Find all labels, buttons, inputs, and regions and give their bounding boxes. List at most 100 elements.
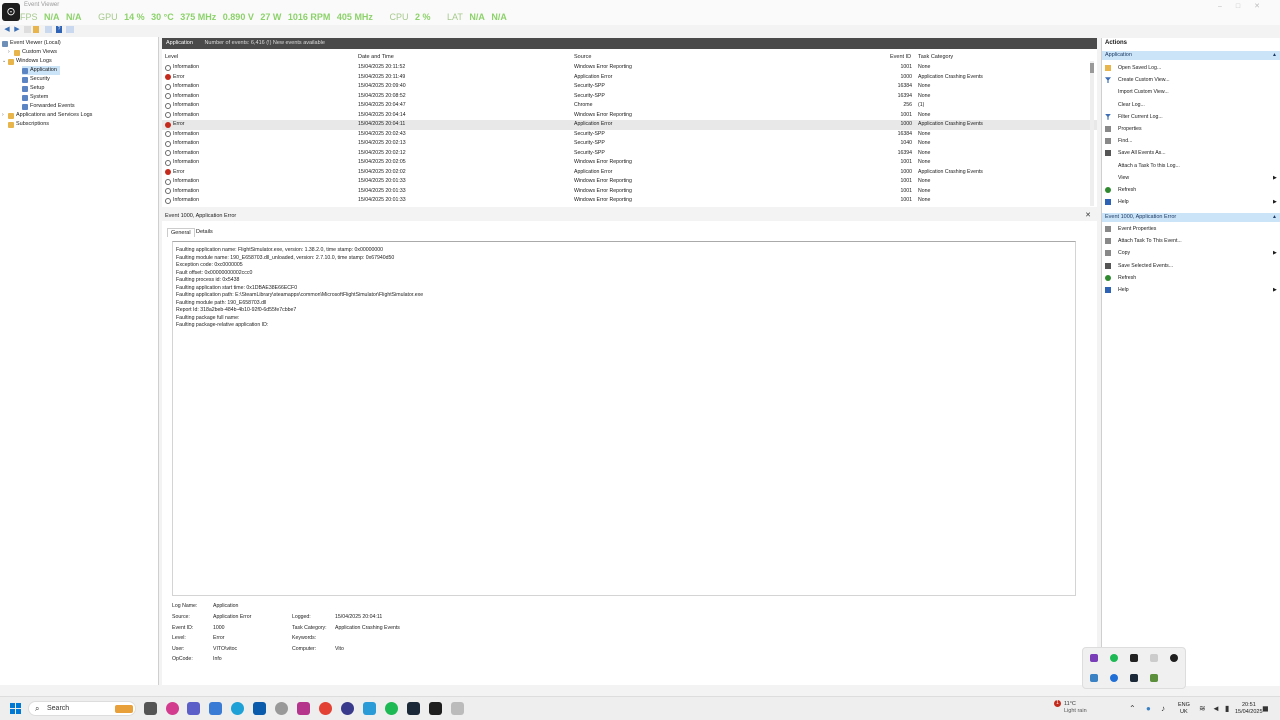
app-icon[interactable] — [341, 702, 354, 715]
table-row[interactable]: Information 15/04/2025 20:04:14 Windows Er… — [162, 111, 1097, 121]
col-date[interactable]: Date and Time — [358, 54, 394, 60]
language-code[interactable]: ENG — [1178, 702, 1190, 708]
wifi-icon[interactable]: ≋ — [1199, 704, 1206, 713]
store-icon[interactable] — [253, 702, 266, 715]
table-row[interactable]: Error 15/04/2025 20:04:11 Application Erro… — [162, 120, 1097, 130]
table-row[interactable]: Information 15/04/2025 20:01:33 Windows Er… — [162, 196, 1097, 206]
action-create-custom-view[interactable]: Create Custom View... — [1105, 75, 1170, 85]
forward-arrow-icon[interactable]: ▶ — [13, 26, 21, 33]
action-help[interactable]: Help ▶ — [1105, 285, 1277, 295]
action-attach-task-to-this-event[interactable]: Attach Task To This Event... — [1105, 236, 1182, 246]
action-refresh[interactable]: Refresh — [1105, 185, 1136, 195]
app-tray-icon[interactable]: ● — [1146, 704, 1151, 713]
action-open-saved-log[interactable]: Open Saved Log... — [1105, 63, 1161, 73]
actions-section-application[interactable]: Application ▲ — [1102, 51, 1280, 60]
spotify-icon[interactable] — [385, 702, 398, 715]
app-tray-icon[interactable] — [1150, 674, 1158, 682]
action-refresh[interactable]: Refresh — [1105, 273, 1136, 283]
clock-date[interactable]: 15/04/2025 — [1235, 709, 1263, 715]
actions-section-event[interactable]: Event 1000, Application Error ▲ — [1102, 213, 1280, 222]
steam-icon[interactable] — [407, 702, 420, 715]
app-tray-icon[interactable] — [1090, 674, 1098, 682]
action-filter-current-log[interactable]: Filter Current Log... — [1105, 112, 1163, 122]
spotify-tray-icon[interactable] — [1110, 654, 1118, 662]
action-clear-log[interactable]: Clear Log... — [1105, 100, 1145, 110]
table-row[interactable]: Information 15/04/2025 20:01:33 Windows Er… — [162, 177, 1097, 187]
battery-icon[interactable]: ▮ — [1225, 704, 1229, 713]
event-viewer-icon[interactable] — [451, 702, 464, 715]
steam-tray-icon[interactable] — [1130, 674, 1138, 682]
table-row[interactable]: Information 15/04/2025 20:02:13 Security-S… — [162, 139, 1097, 149]
table-row[interactable]: Information 15/04/2025 20:02:43 Security-S… — [162, 130, 1097, 140]
tab-general[interactable]: General — [167, 228, 195, 237]
app-tray-icon[interactable] — [1150, 654, 1158, 662]
action-copy[interactable]: Copy ▶ — [1105, 248, 1277, 258]
chrome-icon[interactable] — [319, 702, 332, 715]
tree-item-forwarded-events[interactable]: Forwarded Events — [22, 102, 75, 111]
help-icon[interactable]: ? — [56, 26, 62, 33]
tree-item-security[interactable]: Security — [22, 75, 50, 84]
tree-root[interactable]: Event Viewer (Local) — [2, 39, 61, 48]
nvidia-icon[interactable] — [429, 702, 442, 715]
action-view[interactable]: View ▶ — [1105, 173, 1277, 183]
table-row[interactable]: Information 15/04/2025 20:01:33 Windows Er… — [162, 187, 1097, 197]
action-save-selected-events[interactable]: Save Selected Events... — [1105, 261, 1173, 271]
table-row[interactable]: Error 15/04/2025 20:11:49 Application Erro… — [162, 73, 1097, 83]
taskbar-search[interactable]: ⌕ Search — [28, 701, 136, 716]
maximize-icon[interactable]: □ — [1236, 3, 1254, 10]
weather-temp[interactable]: 11°C — [1064, 701, 1076, 707]
teams-icon[interactable] — [187, 702, 200, 715]
col-source[interactable]: Source — [574, 54, 591, 60]
table-row[interactable]: Information 15/04/2025 20:02:12 Security-S… — [162, 149, 1097, 159]
col-event-id[interactable]: Event ID — [890, 54, 911, 60]
notification-icon[interactable]: ◼ — [1262, 704, 1269, 713]
bluetooth-tray-icon[interactable] — [1110, 674, 1118, 682]
volume-icon[interactable]: ◄ — [1212, 704, 1220, 713]
file-explorer-icon[interactable] — [144, 702, 157, 715]
app-icon[interactable] — [275, 702, 288, 715]
app-tray-icon[interactable] — [1090, 654, 1098, 662]
tab-details[interactable]: Details — [193, 228, 216, 236]
tree-item-apps-services[interactable]: › Applications and Services Logs — [2, 111, 92, 120]
collapse-icon[interactable]: ▲ — [1272, 51, 1277, 60]
close-icon[interactable]: ✕ — [1254, 3, 1274, 10]
event-description-box[interactable]: Faulting application name: FlightSimulat… — [172, 241, 1076, 596]
weather-desc[interactable]: Light rain — [1064, 708, 1087, 714]
mic-icon[interactable]: ♪ — [1161, 704, 1165, 713]
table-row[interactable]: Information 15/04/2025 20:11:52 Windows Er… — [162, 63, 1097, 73]
action-attach-a-task-to-this-log[interactable]: Attach a Task To this Log... — [1105, 161, 1180, 171]
folder-up-icon[interactable] — [24, 26, 31, 33]
tree-item-setup[interactable]: Setup — [22, 84, 44, 93]
overlay-app-icon[interactable]: ⊙ — [2, 3, 20, 21]
nvidia-tray-icon[interactable] — [1130, 654, 1138, 662]
tree-item-subscriptions[interactable]: Subscriptions — [8, 120, 49, 129]
tree-item-custom-views[interactable]: › Custom Views — [8, 48, 57, 57]
show-action-pane-icon[interactable] — [66, 26, 74, 33]
folder-icon[interactable] — [33, 26, 39, 33]
app-icon[interactable] — [363, 702, 376, 715]
action-event-properties[interactable]: Event Properties — [1105, 224, 1156, 234]
app-icon[interactable] — [209, 702, 222, 715]
action-save-all-events-as[interactable]: Save All Events As... — [1105, 148, 1166, 158]
table-row[interactable]: Error 15/04/2025 20:02:02 Application Erro… — [162, 168, 1097, 178]
minimize-icon[interactable]: – — [1218, 3, 1236, 10]
scrollbar-thumb[interactable] — [1090, 63, 1094, 73]
back-arrow-icon[interactable]: ◀ — [3, 26, 11, 33]
overlay-tray-icon[interactable] — [1170, 654, 1178, 662]
action-properties[interactable]: Properties — [1105, 124, 1142, 134]
col-task-category[interactable]: Task Category — [918, 54, 953, 60]
action-help[interactable]: Help ▶ — [1105, 197, 1277, 207]
collapse-icon[interactable]: ▲ — [1272, 213, 1277, 222]
chevron-up-icon[interactable]: ⌃ — [1129, 704, 1136, 713]
table-row[interactable]: Information 15/04/2025 20:04:47 Chrome 256 (… — [162, 101, 1097, 111]
windows-start-icon[interactable] — [10, 703, 21, 714]
table-row[interactable]: Information 15/04/2025 20:09:40 Security-S… — [162, 82, 1097, 92]
tree-item-windows-logs[interactable]: ⌄ Windows Logs — [2, 57, 52, 66]
close-icon[interactable]: ✕ — [1085, 211, 1091, 221]
show-hide-tree-icon[interactable] — [45, 26, 52, 33]
table-row[interactable]: Information 15/04/2025 20:08:52 Security-S… — [162, 92, 1097, 102]
tree-item-system[interactable]: System — [22, 93, 48, 102]
scrollbar-track[interactable] — [1090, 61, 1094, 206]
edge-icon[interactable] — [231, 702, 244, 715]
tree-item-application[interactable]: Application — [22, 66, 60, 75]
